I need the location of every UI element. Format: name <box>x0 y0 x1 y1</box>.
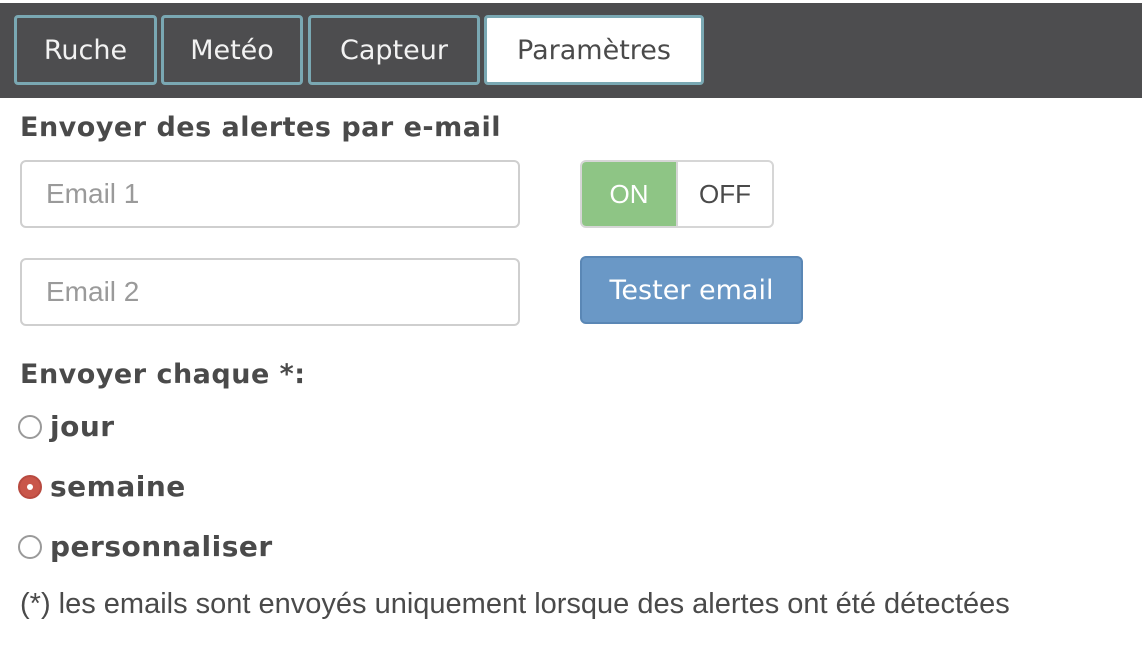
tab-ruche[interactable]: Ruche <box>14 15 157 85</box>
frequency-heading: Envoyer chaque *: <box>20 359 306 390</box>
toggle-off-option[interactable]: OFF <box>676 162 772 226</box>
toggle-on-option[interactable]: ON <box>582 162 676 226</box>
tab-meteo[interactable]: Metéo <box>161 15 303 85</box>
radio-option-semaine[interactable]: semaine <box>18 470 186 503</box>
radio-button-unchecked-icon[interactable] <box>18 414 42 439</box>
test-email-button[interactable]: Tester email <box>580 256 803 324</box>
radio-button-checked-icon[interactable] <box>18 474 42 499</box>
email-2-field[interactable] <box>20 258 520 326</box>
radio-option-personnaliser[interactable]: personnaliser <box>18 530 273 563</box>
radio-option-jour[interactable]: jour <box>18 410 115 443</box>
tab-parametres[interactable]: Paramètres <box>484 15 704 85</box>
top-navigation-bar: Ruche Metéo Capteur Paramètres <box>0 0 1142 98</box>
radio-label: personnaliser <box>50 530 273 563</box>
email-alerts-heading: Envoyer des alertes par e-mail <box>20 112 501 143</box>
radio-label: semaine <box>50 470 186 503</box>
radio-button-unchecked-icon[interactable] <box>18 534 42 559</box>
radio-label: jour <box>50 410 115 443</box>
alerts-on-off-toggle[interactable]: ON OFF <box>580 160 774 228</box>
email-1-field[interactable] <box>20 160 520 228</box>
footnote-text: (*) les emails sont envoyés uniquement l… <box>20 588 1010 620</box>
tab-capteur[interactable]: Capteur <box>308 15 480 85</box>
